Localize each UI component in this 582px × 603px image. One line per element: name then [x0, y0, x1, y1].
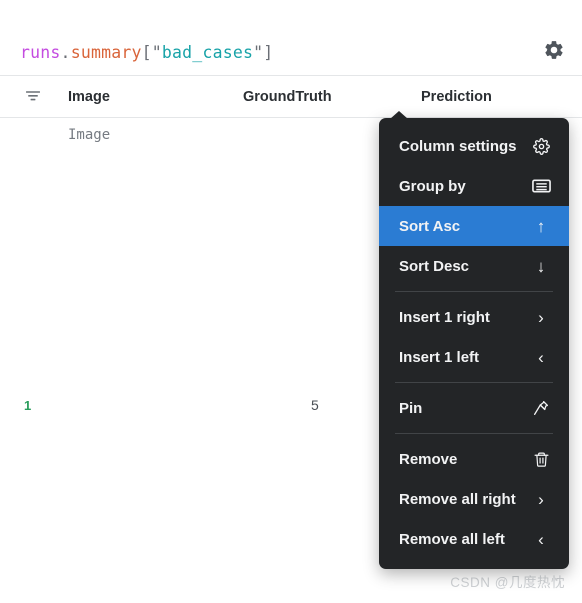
cell-prediction-value: 5 — [311, 397, 319, 413]
menu-item-pin[interactable]: Pin — [379, 388, 569, 428]
menu-item-label: Insert 1 right — [399, 308, 490, 326]
arrow-up-icon: ↑ — [536, 216, 546, 236]
menu-divider — [395, 382, 553, 383]
chevron-right-icon: › — [538, 489, 544, 509]
column-header-groundtruth[interactable]: GroundTruth — [243, 77, 332, 117]
table-header-row: Image GroundTruth Prediction — [0, 77, 582, 118]
list-icon — [531, 176, 551, 196]
chevron-left-icon: ‹ — [538, 529, 544, 549]
menu-item-remove-all-left[interactable]: Remove all left ‹ — [379, 519, 569, 559]
expr-token-close-bracket: ] — [263, 43, 274, 62]
chevron-right-icon: › — [538, 307, 544, 327]
column-header-prediction[interactable]: Prediction — [421, 77, 492, 117]
expr-token-runs: runs — [20, 43, 61, 62]
settings-gear-button[interactable] — [540, 39, 568, 67]
column-context-menu: Column settings Group by Sort Asc ↑ Sort… — [379, 111, 569, 569]
menu-item-group-by[interactable]: Group by — [379, 166, 569, 206]
menu-item-sort-asc[interactable]: Sort Asc ↑ — [379, 206, 569, 246]
row-index-badge: 1 — [24, 398, 32, 413]
column-header-image[interactable]: Image — [68, 77, 110, 117]
menu-item-sort-desc[interactable]: Sort Desc ↓ — [379, 246, 569, 286]
chevron-left-icon: ‹ — [538, 347, 544, 367]
menu-item-label: Pin — [399, 399, 423, 417]
menu-divider — [395, 291, 553, 292]
pin-icon — [531, 398, 551, 418]
menu-item-column-settings[interactable]: Column settings — [379, 126, 569, 166]
expression-bar: runs.summary["bad_cases"] — [0, 30, 582, 76]
menu-item-insert-1-left[interactable]: Insert 1 left ‹ — [379, 337, 569, 377]
expr-token-dot: . — [60, 43, 71, 62]
expr-token-open-quote: " — [151, 43, 162, 62]
gear-icon — [543, 39, 565, 66]
expression-code[interactable]: runs.summary["bad_cases"] — [20, 43, 540, 62]
watermark: CSDN @几度热忱 — [450, 575, 565, 590]
expr-token-open-bracket: [ — [141, 43, 152, 62]
trash-icon — [531, 449, 551, 469]
menu-item-label: Sort Desc — [399, 257, 470, 275]
menu-item-label: Sort Asc — [399, 217, 461, 235]
menu-item-label: Remove — [399, 450, 458, 468]
filter-icon[interactable] — [24, 88, 42, 106]
menu-pointer-arrow — [390, 111, 408, 119]
menu-divider — [395, 433, 553, 434]
menu-item-label: Remove all left — [399, 530, 505, 548]
menu-item-remove-all-right[interactable]: Remove all right › — [379, 479, 569, 519]
menu-item-label: Column settings — [399, 137, 517, 155]
expr-token-summary: summary — [70, 43, 142, 62]
menu-item-label: Remove all right — [399, 490, 516, 508]
menu-item-label: Insert 1 left — [399, 348, 480, 366]
cell-image-type: Image — [68, 127, 111, 143]
gear-icon — [531, 136, 551, 156]
expr-token-close-quote: " — [253, 43, 264, 62]
menu-item-insert-1-right[interactable]: Insert 1 right › — [379, 297, 569, 337]
menu-item-label: Group by — [399, 177, 466, 195]
arrow-down-icon: ↓ — [536, 256, 546, 276]
menu-item-remove[interactable]: Remove — [379, 439, 569, 479]
expr-token-key: bad_cases — [161, 43, 254, 62]
